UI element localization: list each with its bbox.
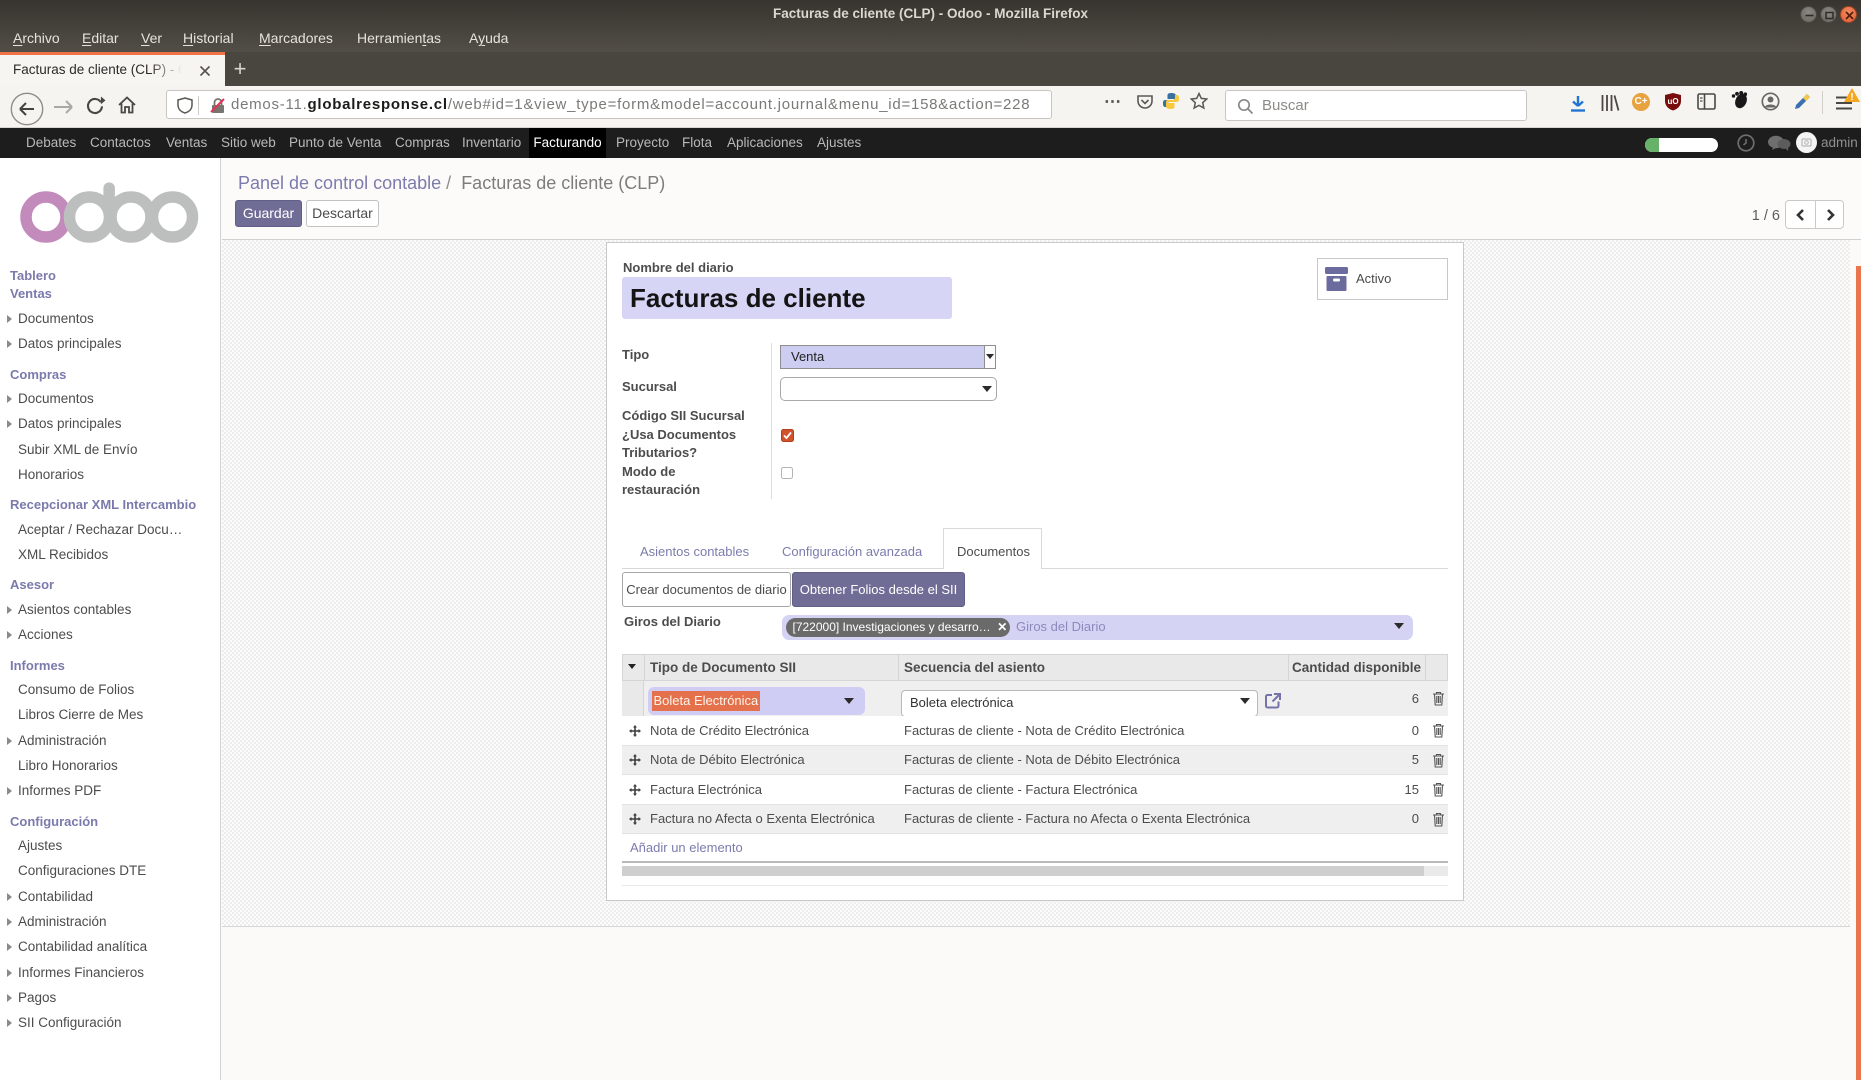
svg-text:uO: uO: [1667, 97, 1678, 106]
svg-text:!: !: [1850, 92, 1853, 103]
